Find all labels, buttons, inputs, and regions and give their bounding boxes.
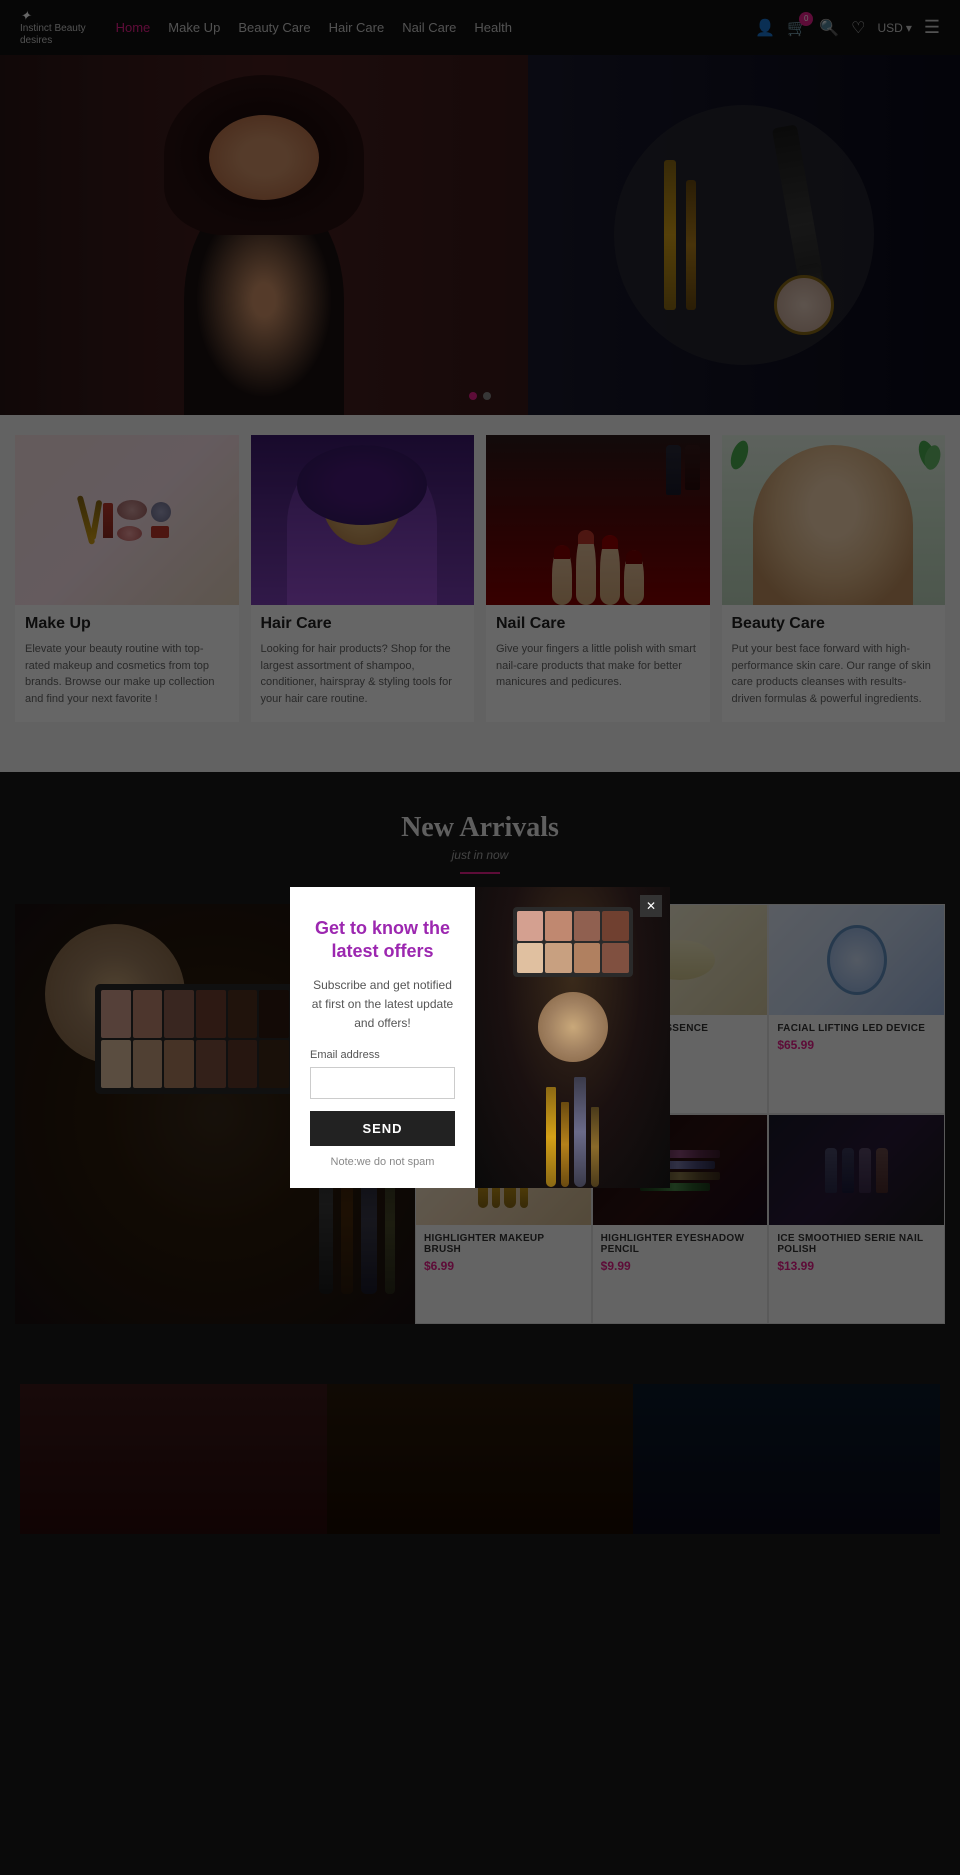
popup-brush-1: [546, 1087, 556, 1187]
popup-image: [475, 887, 670, 1188]
popup-palette-icon: [513, 907, 633, 977]
popup-send-button[interactable]: SEND: [310, 1111, 455, 1146]
popup: ✕ Get to know the latest offers Subscrib…: [290, 887, 670, 1188]
popup-brushes-icon: [546, 1077, 599, 1187]
popup-desc: Subscribe and get notified at first on t…: [310, 976, 455, 1034]
popup-title: Get to know the latest offers: [310, 917, 455, 964]
popup-brush-4: [591, 1107, 599, 1187]
popup-powder-icon: [538, 992, 608, 1062]
popup-brush-2: [561, 1102, 569, 1187]
popup-email-input[interactable]: [310, 1067, 455, 1099]
popup-content: Get to know the latest offers Subscribe …: [290, 887, 475, 1188]
popup-overlay: ✕ Get to know the latest offers Subscrib…: [0, 0, 960, 1875]
popup-email-label: Email address: [310, 1049, 455, 1061]
popup-note: Note:we do not spam: [310, 1156, 455, 1168]
popup-image-inner: [475, 887, 670, 1188]
popup-brush-3: [574, 1077, 586, 1187]
popup-close-button[interactable]: ✕: [640, 895, 662, 917]
